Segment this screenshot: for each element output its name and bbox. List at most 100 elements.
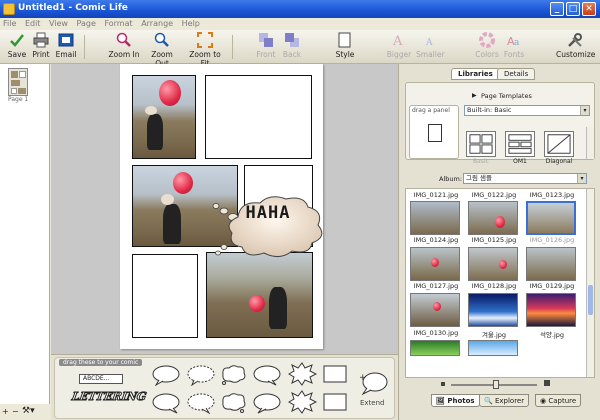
page-label: Page 1 [8, 96, 29, 103]
menu-view[interactable]: View [46, 18, 71, 30]
speech-balloon-icon[interactable] [151, 364, 181, 386]
slider-handle[interactable] [493, 380, 499, 389]
close-button[interactable]: ✕ [582, 2, 596, 16]
caption-sample[interactable]: ABCDE... [79, 374, 123, 384]
tab-explorer[interactable]: 🔍 Explorer [479, 394, 530, 407]
blank-panel-icon[interactable] [428, 124, 442, 142]
smaller-icon: A [425, 38, 433, 48]
album-value: 그림 샘플 [466, 174, 492, 182]
balloon-text[interactable]: HAHA [238, 203, 298, 223]
thought-balloon-icon[interactable] [218, 392, 248, 414]
zoom-in-button[interactable]: Zoom In [108, 32, 140, 59]
photos-scrollbar[interactable] [586, 189, 594, 377]
comic-panel-photo[interactable] [132, 75, 196, 159]
tab-details[interactable]: Details [497, 68, 536, 80]
comic-page[interactable]: HAHA [120, 64, 323, 349]
menu-arrange[interactable]: Arrange [138, 18, 176, 30]
thought-balloon[interactable] [200, 189, 325, 269]
minimize-button[interactable]: _ [550, 2, 564, 16]
expand-triangle-icon[interactable]: ▶ [472, 92, 477, 99]
templates-section: ▶ Page Templates drag a panel Built-in: … [405, 82, 595, 165]
album-label: Album: [439, 175, 463, 183]
print-button[interactable]: Print [30, 32, 52, 59]
photo-thumbnail[interactable] [410, 340, 460, 356]
menu-file[interactable]: File [0, 18, 19, 30]
template-diagonal-label: Diagonal [545, 158, 573, 165]
email-button[interactable]: Email [54, 32, 78, 59]
lettering-sample[interactable]: LETTERING [70, 390, 148, 404]
photo-thumbnail[interactable] [526, 293, 576, 327]
extend-balloon-icon[interactable]: + [359, 370, 389, 396]
photo-thumbnail[interactable] [468, 201, 518, 235]
template-set-select[interactable]: Built-in: Basic ▾ [464, 105, 590, 116]
photo-thumbnail[interactable] [410, 201, 460, 235]
photo-thumbnail[interactable] [468, 293, 518, 327]
speech-balloon-icon[interactable] [252, 364, 282, 386]
templates-scrollbar[interactable] [586, 127, 594, 159]
tab-photos[interactable]: 🖼 Photos [431, 394, 480, 407]
thought-balloon-icon[interactable] [218, 364, 248, 386]
shout-balloon-icon[interactable] [287, 390, 317, 414]
comic-canvas[interactable]: HAHA [51, 64, 398, 354]
fonts-button[interactable]: Aa Fonts [503, 32, 525, 59]
drag-panel-box[interactable]: drag a panel [409, 105, 459, 159]
photo-label: IMG_0127.jpg [413, 282, 459, 290]
photo-thumbnail[interactable] [410, 293, 460, 327]
photo-thumbnail[interactable] [468, 247, 518, 281]
person [147, 114, 163, 150]
bigger-button[interactable]: A Bigger [386, 32, 412, 59]
template-basic-icon[interactable] [466, 131, 496, 157]
customize-button[interactable]: Customize [556, 32, 595, 59]
photo-thumbnail[interactable] [410, 247, 460, 281]
toolbar-separator [84, 35, 85, 59]
menu-help[interactable]: Help [179, 18, 203, 30]
red-balloon [173, 172, 193, 194]
style-button[interactable]: Style [333, 32, 357, 59]
caption-box-icon[interactable] [322, 392, 348, 414]
whisper-balloon-icon[interactable] [186, 392, 216, 414]
photo-thumbnail-selected[interactable] [526, 201, 576, 235]
zoom-to-fit-button[interactable]: Zoom to Fit [184, 32, 226, 68]
photo-thumbnail[interactable] [526, 247, 576, 281]
smaller-button[interactable]: A Smaller [416, 32, 445, 59]
page-thumbnail[interactable] [8, 68, 28, 96]
person [269, 287, 287, 329]
page-tools-icon[interactable]: ⚒▾ [22, 406, 35, 416]
photo-thumbnail[interactable] [468, 340, 518, 356]
red-balloon [249, 295, 265, 312]
smaller-label: Smaller [416, 50, 445, 59]
comic-panel-empty[interactable] [132, 254, 198, 338]
zoom-out-icon [154, 32, 169, 47]
front-button[interactable]: Front [255, 32, 277, 59]
tab-capture[interactable]: ◉ Capture [535, 394, 582, 407]
tab-libraries[interactable]: Libraries [451, 68, 500, 80]
back-button[interactable]: Back [281, 32, 303, 59]
colors-button[interactable]: Colors [475, 32, 499, 59]
template-diagonal-icon[interactable] [544, 131, 574, 157]
source-tabs: 🖼 Photos 🔍 Explorer ◉ Capture [429, 394, 589, 408]
remove-page-button[interactable]: − [12, 407, 19, 416]
caption-box-icon[interactable] [322, 364, 348, 386]
extend-label: Extend [360, 399, 385, 407]
scroll-thumb[interactable] [588, 285, 593, 315]
speech-balloon-icon[interactable] [151, 392, 181, 414]
menu-edit[interactable]: Edit [22, 18, 44, 30]
maximize-button[interactable]: □ [566, 2, 580, 16]
template-om1-icon[interactable] [505, 131, 535, 157]
photo-label: IMG_0129.jpg [529, 282, 575, 290]
save-button[interactable]: Save [6, 32, 28, 59]
album-select[interactable]: 그림 샘플 ▾ [463, 173, 587, 184]
shout-balloon-icon[interactable] [287, 362, 317, 386]
whisper-balloon-icon[interactable] [186, 364, 216, 386]
style-label: Style [335, 50, 355, 59]
fonts-icon: Aa [507, 35, 520, 48]
zoom-fit-icon [197, 32, 213, 48]
comic-panel-empty[interactable] [205, 75, 312, 159]
speech-balloon-icon[interactable] [252, 392, 282, 414]
menu-page[interactable]: Page [74, 18, 99, 30]
add-page-button[interactable]: + [2, 407, 9, 416]
zoom-out-button[interactable]: Zoom Out [144, 32, 180, 68]
menu-format[interactable]: Format [101, 18, 135, 30]
photo-label: IMG_0121.jpg [413, 191, 459, 199]
person-hat [161, 194, 174, 205]
